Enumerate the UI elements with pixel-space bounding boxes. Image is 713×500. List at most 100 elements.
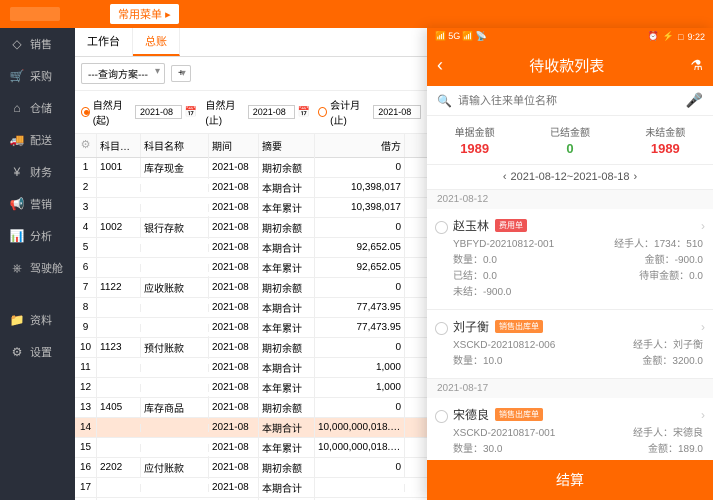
sidebar-icon: 🛒 [10,69,24,83]
date-start-input[interactable]: 2021-08 [135,105,182,119]
col-summary: 摘要 [259,134,315,157]
gear-icon[interactable]: ⚙ [81,139,91,151]
table-row[interactable]: 62021-08本年累计92,652.05 [75,258,427,278]
table-row[interactable]: 52021-08本期合计92,652.05 [75,238,427,258]
mobile-status-bar: 📶5G📶📡 ⏰⚡□9:22 [427,28,713,45]
label: 自然月(止) [205,97,244,127]
search-input[interactable] [458,95,680,107]
table-row[interactable]: 162202应付账款2021-08期初余额0 [75,458,427,478]
receipt-card[interactable]: 宋德良销售出库单 › XSCKD-20210817-001经手人：宋德良 数量：… [427,398,713,460]
sidebar-label: 仓储 [30,100,52,116]
main-panel: 工作台 总账 ---查询方案--- + 自然月(起) 2021-08 📅 自然月… [75,28,427,500]
sidebar-label: 销售 [30,36,52,52]
table-row[interactable]: 22021-08本期合计10,398,017 [75,178,427,198]
table-row[interactable]: 92021-08本年累计77,473.95 [75,318,427,338]
table-row[interactable]: 41002银行存款2021-08期初余额0 [75,218,427,238]
chevron-right-icon: › [701,408,705,422]
receipt-card[interactable]: 赵玉林费用单 › YBFYD-20210812-001经手人：1734：510 … [427,209,713,310]
chevron-right-icon: › [701,320,705,334]
sidebar-icon: ⚙ [10,345,24,359]
sidebar-label: 营销 [30,196,52,212]
calendar-icon[interactable]: 📅 [298,107,310,118]
table-row[interactable]: 82021-08本期合计77,473.95 [75,298,427,318]
sidebar-item-0[interactable]: ◇ 销售 [0,28,75,60]
sidebar-label: 设置 [30,344,52,360]
common-menu-button[interactable]: 常用菜单 ▸ [110,4,179,24]
mic-icon[interactable]: 🎤 [686,92,703,109]
sidebar-label: 财务 [30,164,52,180]
sidebar-label: 分析 [30,228,52,244]
tab-ledger[interactable]: 总账 [133,28,180,56]
sidebar-icon: 📢 [10,197,24,211]
col-name: 科目名称 [141,134,209,157]
sidebar-item-9[interactable]: 📁 资料 [0,304,75,336]
sidebar-label: 采购 [30,68,52,84]
account-month-radio[interactable] [318,107,327,117]
sidebar-item-2[interactable]: ⌂ 仓储 [0,92,75,124]
table-row[interactable]: 101123预付账款2021-08期初余额0 [75,338,427,358]
natural-month-start-radio[interactable] [81,107,90,117]
ledger-table: ⚙ 科目编码 科目名称 期间 摘要 借方 11001库存现金2021-08期初余… [75,134,427,500]
sidebar-item-3[interactable]: 🚚 配送 [0,124,75,156]
query-plan-select[interactable]: ---查询方案--- [81,63,165,84]
sidebar: ◇ 销售 🛒 采购 ⌂ 仓储 🚚 配送 ¥ 财务 📢 营销 📊 分析 ⎈ 驾驶舱 📁 资料 ⚙ 设置 [0,28,75,500]
sidebar-item-5[interactable]: 📢 营销 [0,188,75,220]
settle-button[interactable]: 结算 [427,460,713,500]
sidebar-label: 配送 [30,132,52,148]
sidebar-item-10[interactable]: ⚙ 设置 [0,336,75,368]
table-row[interactable]: 172021-08本期合计 [75,478,427,498]
mobile-search: 🔍 🎤 [427,86,713,116]
logo [10,7,60,21]
sidebar-icon: ⎈ [10,261,24,275]
sidebar-item-4[interactable]: ¥ 财务 [0,156,75,188]
col-period: 期间 [209,134,259,157]
sidebar-label: 驾驶舱 [30,260,63,276]
mobile-overlay: 📶5G📶📡 ⏰⚡□9:22 ‹ 待收款列表 ⚗ 🔍 🎤 单据金额1989已结金额… [427,28,713,500]
col-code: 科目编码 [97,134,141,157]
app-header [0,0,713,28]
calendar-icon[interactable]: 📅 [185,107,197,118]
sidebar-label: 资料 [30,312,52,328]
table-row[interactable]: 131405库存商品2021-08期初余额0 [75,398,427,418]
label: 会计月(止) [330,97,370,127]
sidebar-icon: ⌂ [10,101,24,115]
label: 自然月(起) [93,97,132,127]
sidebar-item-7[interactable]: ⎈ 驾驶舱 [0,252,75,284]
stat-item: 已结金额0 [522,124,617,156]
filter-icon[interactable]: ⚗ [690,57,703,74]
date-header: 2021-08-17 [427,379,713,398]
date-filters: 自然月(起) 2021-08 📅 自然月(止) 2021-08 📅 会计月(止)… [75,91,427,134]
sidebar-icon: 📁 [10,313,24,327]
tabs: 工作台 总账 [75,28,427,57]
sidebar-icon: ¥ [10,165,24,179]
mobile-list[interactable]: 2021-08-12 赵玉林费用单 › YBFYD-20210812-001经手… [427,190,713,460]
table-row[interactable]: 152021-08本年累计10,000,000,018.8… [75,438,427,458]
date-header: 2021-08-12 [427,190,713,209]
mobile-title: 待收款列表 [529,55,604,76]
sidebar-icon: ◇ [10,37,24,51]
mobile-header: ‹ 待收款列表 ⚗ [427,45,713,86]
table-row[interactable]: 11001库存现金2021-08期初余额0 [75,158,427,178]
sidebar-item-6[interactable]: 📊 分析 [0,220,75,252]
stat-item: 未结金额1989 [618,124,713,156]
table-row[interactable]: 122021-08本年累计1,000 [75,378,427,398]
back-icon[interactable]: ‹ [437,55,443,76]
date-range-selector[interactable]: ‹2021-08-12~2021-08-18› [427,165,713,190]
add-filter-button[interactable]: + [171,65,191,82]
table-row[interactable]: 71122应收账款2021-08期初余额0 [75,278,427,298]
table-row[interactable]: 142021-08本期合计10,000,000,018.8… [75,418,427,438]
sidebar-icon: 🚚 [10,133,24,147]
mobile-stats: 单据金额1989已结金额0未结金额1989 [427,116,713,165]
stat-item: 单据金额1989 [427,124,522,156]
sidebar-icon: 📊 [10,229,24,243]
tab-workbench[interactable]: 工作台 [75,28,133,56]
date-end-input[interactable]: 2021-08 [248,105,295,119]
table-header: ⚙ 科目编码 科目名称 期间 摘要 借方 [75,134,427,158]
receipt-card[interactable]: 刘子衡销售出库单 › XSCKD-20210812-006经手人：刘子衡 数量：… [427,310,713,379]
date-acct-input[interactable]: 2021-08 [373,105,421,119]
search-icon: 🔍 [437,94,452,108]
table-row[interactable]: 112021-08本期合计1,000 [75,358,427,378]
table-row[interactable]: 32021-08本年累计10,398,017 [75,198,427,218]
sidebar-item-1[interactable]: 🛒 采购 [0,60,75,92]
chevron-right-icon: › [701,219,705,233]
